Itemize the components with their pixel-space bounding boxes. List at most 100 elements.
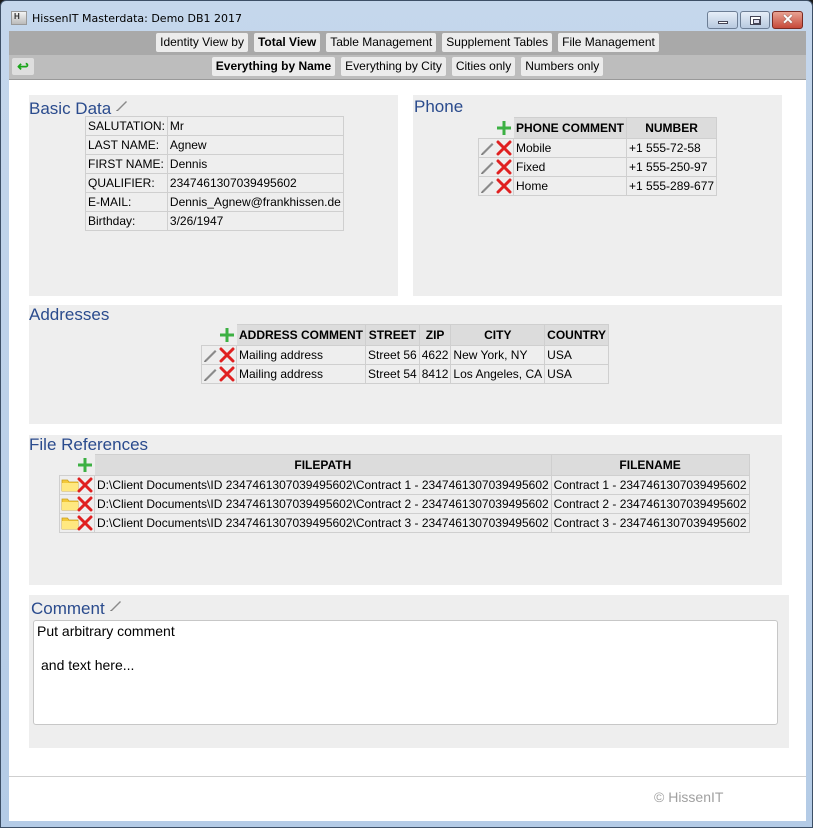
file-col-filename: FILENAME (550, 454, 750, 476)
delete-icon[interactable] (496, 159, 512, 175)
address-col-city: CITY (450, 324, 546, 346)
edit-comment-icon[interactable] (109, 597, 123, 617)
basic-data-label: QUALIFIER: (85, 173, 168, 193)
file-row-actions (59, 475, 95, 495)
address-zip: 8412 (418, 364, 452, 384)
basic-data-table: SALUTATION: Mr LAST NAME: Agnew FIRST NAME: D… (85, 116, 344, 231)
file-filepath[interactable]: D:\Client Documents\ID 23474613070394956… (94, 494, 552, 514)
edit-icon[interactable] (480, 178, 496, 194)
phone-table: PHONE COMMENT NUMBER Mobile +1 555-72-58 F… (478, 117, 718, 196)
address-comment: Mailing address (235, 345, 367, 365)
comment-title: Comment (31, 597, 123, 619)
file-row: D:\Client Documents\ID 23474613070394956… (59, 513, 750, 533)
folder-icon[interactable] (61, 496, 79, 512)
comment-heading: Comment (31, 599, 105, 618)
file-references-title: File References (29, 435, 149, 454)
address-zip: 4622 (418, 345, 452, 365)
address-country: USA (544, 345, 610, 365)
edit-icon[interactable] (480, 159, 496, 175)
phone-add-cell (478, 117, 514, 139)
address-row: Mailing address Street 56 4622 New York, NY… (201, 345, 610, 365)
basic-data-label: Birthday: (85, 211, 168, 231)
add-phone-icon[interactable] (496, 120, 512, 136)
delete-icon[interactable] (496, 140, 512, 156)
nav-total-view[interactable]: Total View (253, 33, 321, 52)
basic-data-value: Agnew (166, 135, 344, 155)
address-col-country: COUNTRY (544, 324, 610, 346)
folder-icon[interactable] (61, 515, 79, 531)
nav-identity-view[interactable]: Identity View by (156, 33, 248, 52)
nav-everything-by-name[interactable]: Everything by Name (211, 57, 336, 76)
phone-comment: Fixed (513, 157, 627, 177)
basic-data-row: QUALIFIER: 2347461307039495602 (85, 173, 344, 193)
secondary-nav: ↩ Everything by Name Everything by City … (9, 55, 806, 80)
address-city: New York, NY (450, 345, 546, 365)
phone-comment: Home (513, 176, 627, 196)
delete-icon[interactable] (77, 515, 93, 531)
phone-row-actions (478, 138, 514, 158)
phone-row-actions (478, 176, 514, 196)
address-city: Los Angeles, CA (450, 364, 546, 384)
file-references-table: FILEPATH FILENAME D:\Client Documents\ID… (59, 454, 750, 533)
comment-textarea[interactable]: Put arbitrary comment and text here... (33, 620, 778, 725)
minimize-icon (718, 21, 728, 24)
window-title: HissenIT Masterdata: Demo DB1 2017 (32, 12, 243, 25)
file-filename[interactable]: Contract 2 - 2347461307039495602 (550, 494, 750, 514)
file-add-cell (59, 454, 95, 476)
edit-icon[interactable] (480, 140, 496, 156)
nav-cities-only[interactable]: Cities only (451, 57, 516, 76)
phone-row: Mobile +1 555-72-58 (478, 138, 718, 158)
back-button[interactable]: ↩ (12, 58, 34, 75)
phone-col-number: NUMBER (625, 117, 718, 139)
basic-data-label: SALUTATION: (85, 116, 168, 136)
nav-everything-by-city[interactable]: Everything by City (341, 57, 446, 76)
basic-data-label: E-MAIL: (85, 192, 168, 212)
address-country: USA (544, 364, 610, 384)
nav-file-management[interactable]: File Management (558, 33, 659, 52)
title-bar[interactable]: H HissenIT Masterdata: Demo DB1 2017 ✕ (1, 1, 812, 31)
basic-data-label: LAST NAME: (85, 135, 168, 155)
file-col-filepath: FILEPATH (94, 454, 552, 476)
edit-icon[interactable] (203, 347, 219, 363)
basic-data-row: FIRST NAME: Dennis (85, 154, 344, 174)
delete-icon[interactable] (77, 496, 93, 512)
basic-data-value: Dennis_Agnew@frankhissen.de (166, 192, 344, 212)
edit-basic-data-icon[interactable] (115, 97, 129, 117)
delete-icon[interactable] (496, 178, 512, 194)
address-comment: Mailing address (235, 364, 367, 384)
address-add-cell (201, 324, 237, 346)
nav-numbers-only[interactable]: Numbers only (521, 57, 604, 76)
copyright: © HissenIT (654, 789, 724, 805)
address-col-street: STREET (365, 324, 420, 346)
delete-icon[interactable] (219, 366, 235, 382)
comment-line-2: and text here... (41, 657, 135, 673)
file-row: D:\Client Documents\ID 23474613070394956… (59, 475, 750, 495)
basic-data-value: Dennis (166, 154, 344, 174)
delete-icon[interactable] (77, 477, 93, 493)
minimize-button[interactable] (707, 11, 738, 29)
nav-supplement-tables[interactable]: Supplement Tables (442, 33, 553, 52)
footer-divider (9, 776, 806, 777)
add-file-icon[interactable] (77, 457, 93, 473)
file-filename[interactable]: Contract 3 - 2347461307039495602 (550, 513, 750, 533)
delete-icon[interactable] (219, 347, 235, 363)
primary-nav: Identity View by Total View Table Manage… (9, 31, 806, 55)
file-filepath[interactable]: D:\Client Documents\ID 23474613070394956… (94, 475, 552, 495)
phone-row: Home +1 555-289-677 (478, 176, 718, 196)
basic-data-row: LAST NAME: Agnew (85, 135, 344, 155)
close-button[interactable]: ✕ (772, 11, 803, 29)
nav-table-management[interactable]: Table Management (326, 33, 437, 52)
basic-data-value: 2347461307039495602 (166, 173, 344, 193)
add-address-icon[interactable] (219, 327, 235, 343)
file-row-actions (59, 513, 95, 533)
phone-col-comment: PHONE COMMENT (513, 117, 627, 139)
file-filename[interactable]: Contract 1 - 2347461307039495602 (550, 475, 750, 495)
edit-icon[interactable] (203, 366, 219, 382)
close-icon: ✕ (782, 11, 794, 27)
file-filepath[interactable]: D:\Client Documents\ID 23474613070394956… (94, 513, 552, 533)
address-col-zip: ZIP (418, 324, 452, 346)
folder-icon[interactable] (61, 477, 79, 493)
phone-row-actions (478, 157, 514, 177)
app-icon: H (11, 11, 27, 25)
maximize-button[interactable] (740, 11, 770, 29)
